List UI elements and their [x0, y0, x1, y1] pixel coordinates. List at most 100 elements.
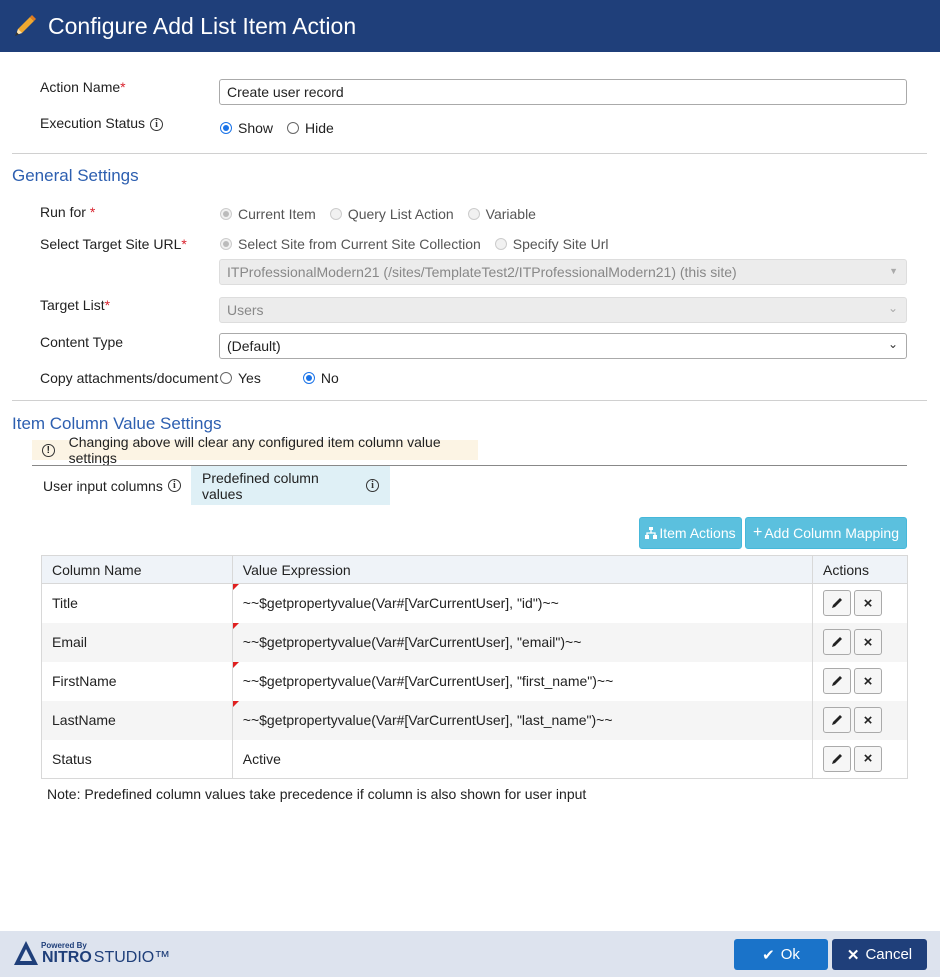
modified-flag-icon: [232, 622, 239, 629]
add-column-mapping-button[interactable]: + Add Column Mapping: [745, 517, 907, 549]
modified-flag-icon: [232, 584, 239, 590]
action-name-input[interactable]: Create user record: [219, 79, 907, 105]
radio-button[interactable]: [494, 238, 507, 250]
column-name-cell: Title: [41, 583, 233, 623]
radio-no[interactable]: No: [302, 370, 339, 386]
info-icon[interactable]: i: [167, 479, 181, 492]
radio-specify-site-url[interactable]: Specify Site Url: [494, 236, 608, 252]
check-icon: ✔: [762, 946, 775, 964]
radio-show[interactable]: Show: [220, 120, 273, 136]
info-icon[interactable]: i: [366, 479, 379, 492]
cancel-button[interactable]: ✕ Cancel: [832, 939, 927, 970]
edit-button[interactable]: [823, 668, 852, 694]
actions-cell: ×: [812, 622, 908, 662]
table-header-row: Column Name Value Expression Actions: [41, 555, 908, 584]
radio-button[interactable]: [302, 372, 315, 384]
edit-button[interactable]: [823, 590, 852, 617]
pencil-icon: [832, 598, 843, 609]
radio-current-site-collection[interactable]: Select Site from Current Site Collection: [220, 236, 481, 252]
target-list-select[interactable]: Users ⌄: [219, 297, 907, 323]
edit-button[interactable]: [823, 629, 852, 655]
close-icon: ×: [863, 750, 873, 768]
nitro-studio-logo: Powered By NITRO STUDIO™: [12, 939, 170, 967]
radio-button[interactable]: [220, 122, 232, 134]
tab-predefined-column-values[interactable]: Predefined column values i: [191, 466, 390, 505]
ok-button[interactable]: ✔ Ok: [734, 939, 828, 970]
chevron-down-icon: ⌄: [887, 301, 898, 315]
delete-button[interactable]: ×: [854, 668, 883, 694]
column-mapping-table: Column Name Value Expression Actions Tit…: [41, 555, 908, 779]
copy-attachments-radios: Yes No: [220, 370, 353, 386]
delete-button[interactable]: ×: [854, 590, 883, 617]
caret-down-icon: ▼: [889, 266, 898, 276]
copy-attachments-label: Copy attachments/document: [40, 370, 219, 386]
run-for-radios: Current Item Query List Action Variable: [220, 206, 550, 222]
radio-current-item[interactable]: Current Item: [220, 206, 316, 222]
sitemap-icon: [645, 527, 658, 539]
table-row: Title ~~$getpropertyvalue(Var#[VarCurren…: [41, 583, 908, 623]
dialog-title: Configure Add List Item Action: [48, 12, 357, 39]
plus-icon: +: [753, 524, 763, 541]
radio-button[interactable]: [220, 238, 232, 250]
radio-button[interactable]: [220, 372, 232, 384]
dialog-titlebar: Configure Add List Item Action: [0, 0, 940, 52]
action-name-label: Action Name*: [40, 79, 126, 95]
item-column-settings-heading: Item Column Value Settings: [12, 414, 222, 433]
precedence-note: Note: Predefined column values take prec…: [47, 786, 587, 802]
value-expression-cell: ~~$getpropertyvalue(Var#[VarCurrentUser]…: [231, 661, 814, 701]
close-icon: ×: [863, 672, 873, 690]
radio-yes[interactable]: Yes: [220, 370, 261, 386]
edit-button[interactable]: [823, 707, 852, 733]
target-list-label: Target List*: [40, 297, 111, 313]
content-type-label: Content Type: [40, 334, 124, 350]
radio-hide[interactable]: Hide: [287, 120, 334, 136]
radio-variable[interactable]: Variable: [467, 206, 536, 222]
info-icon[interactable]: i: [150, 117, 164, 131]
column-header: Value Expression: [231, 555, 814, 584]
tab-user-input-columns[interactable]: User input columns i: [32, 466, 192, 505]
item-actions-button[interactable]: Item Actions: [639, 517, 742, 549]
column-name-cell: FirstName: [41, 661, 233, 701]
execution-status-radios: Show Hide: [220, 120, 348, 136]
column-header: Actions: [812, 555, 908, 584]
close-icon: ✕: [846, 946, 860, 964]
divider: [12, 400, 927, 401]
pencil-icon: [8, 9, 42, 43]
actions-cell: ×: [812, 661, 908, 701]
edit-button[interactable]: [823, 745, 852, 772]
table-row: Email ~~$getpropertyvalue(Var#[VarCurren…: [41, 622, 908, 662]
general-settings-heading: General Settings: [12, 166, 139, 185]
radio-query-list-action[interactable]: Query List Action: [329, 206, 454, 222]
actions-cell: ×: [812, 583, 908, 623]
value-expression-cell: ~~$getpropertyvalue(Var#[VarCurrentUser]…: [231, 622, 814, 662]
modified-flag-icon: [232, 700, 239, 707]
table-row: FirstName ~~$getpropertyvalue(Var#[VarCu…: [41, 661, 908, 701]
target-site-label: Select Target Site URL*: [40, 236, 187, 252]
radio-button[interactable]: [467, 208, 480, 220]
table-row: LastName ~~$getpropertyvalue(Var#[VarCur…: [41, 700, 908, 740]
pencil-icon: [832, 676, 843, 686]
radio-button[interactable]: [329, 208, 342, 220]
modified-flag-icon: [232, 661, 239, 668]
divider: [12, 153, 927, 154]
nitro-logo-icon: [14, 941, 38, 965]
column-name-cell: LastName: [41, 700, 233, 740]
target-site-radios: Select Site from Current Site Collection…: [220, 236, 622, 252]
radio-button[interactable]: [287, 122, 300, 134]
run-for-label: Run for *: [40, 204, 96, 220]
pencil-icon: [832, 637, 843, 647]
close-icon: ×: [863, 711, 873, 729]
content-type-select[interactable]: (Default) ⌄: [219, 333, 907, 359]
execution-status-label: Execution Status i: [40, 115, 164, 131]
column-header: Column Name: [41, 555, 233, 584]
delete-button[interactable]: ×: [854, 745, 883, 772]
value-expression-cell: ~~$getpropertyvalue(Var#[VarCurrentUser]…: [231, 583, 814, 623]
table-row: Status Active ×: [41, 739, 908, 779]
site-url-select[interactable]: ITProfessionalModern21 (/sites/TemplateT…: [219, 259, 907, 285]
chevron-down-icon: ⌄: [887, 337, 898, 351]
delete-button[interactable]: ×: [854, 629, 883, 655]
value-expression-cell: Active: [231, 739, 814, 779]
delete-button[interactable]: ×: [854, 707, 883, 733]
actions-cell: ×: [812, 700, 908, 740]
radio-button[interactable]: [220, 208, 232, 220]
